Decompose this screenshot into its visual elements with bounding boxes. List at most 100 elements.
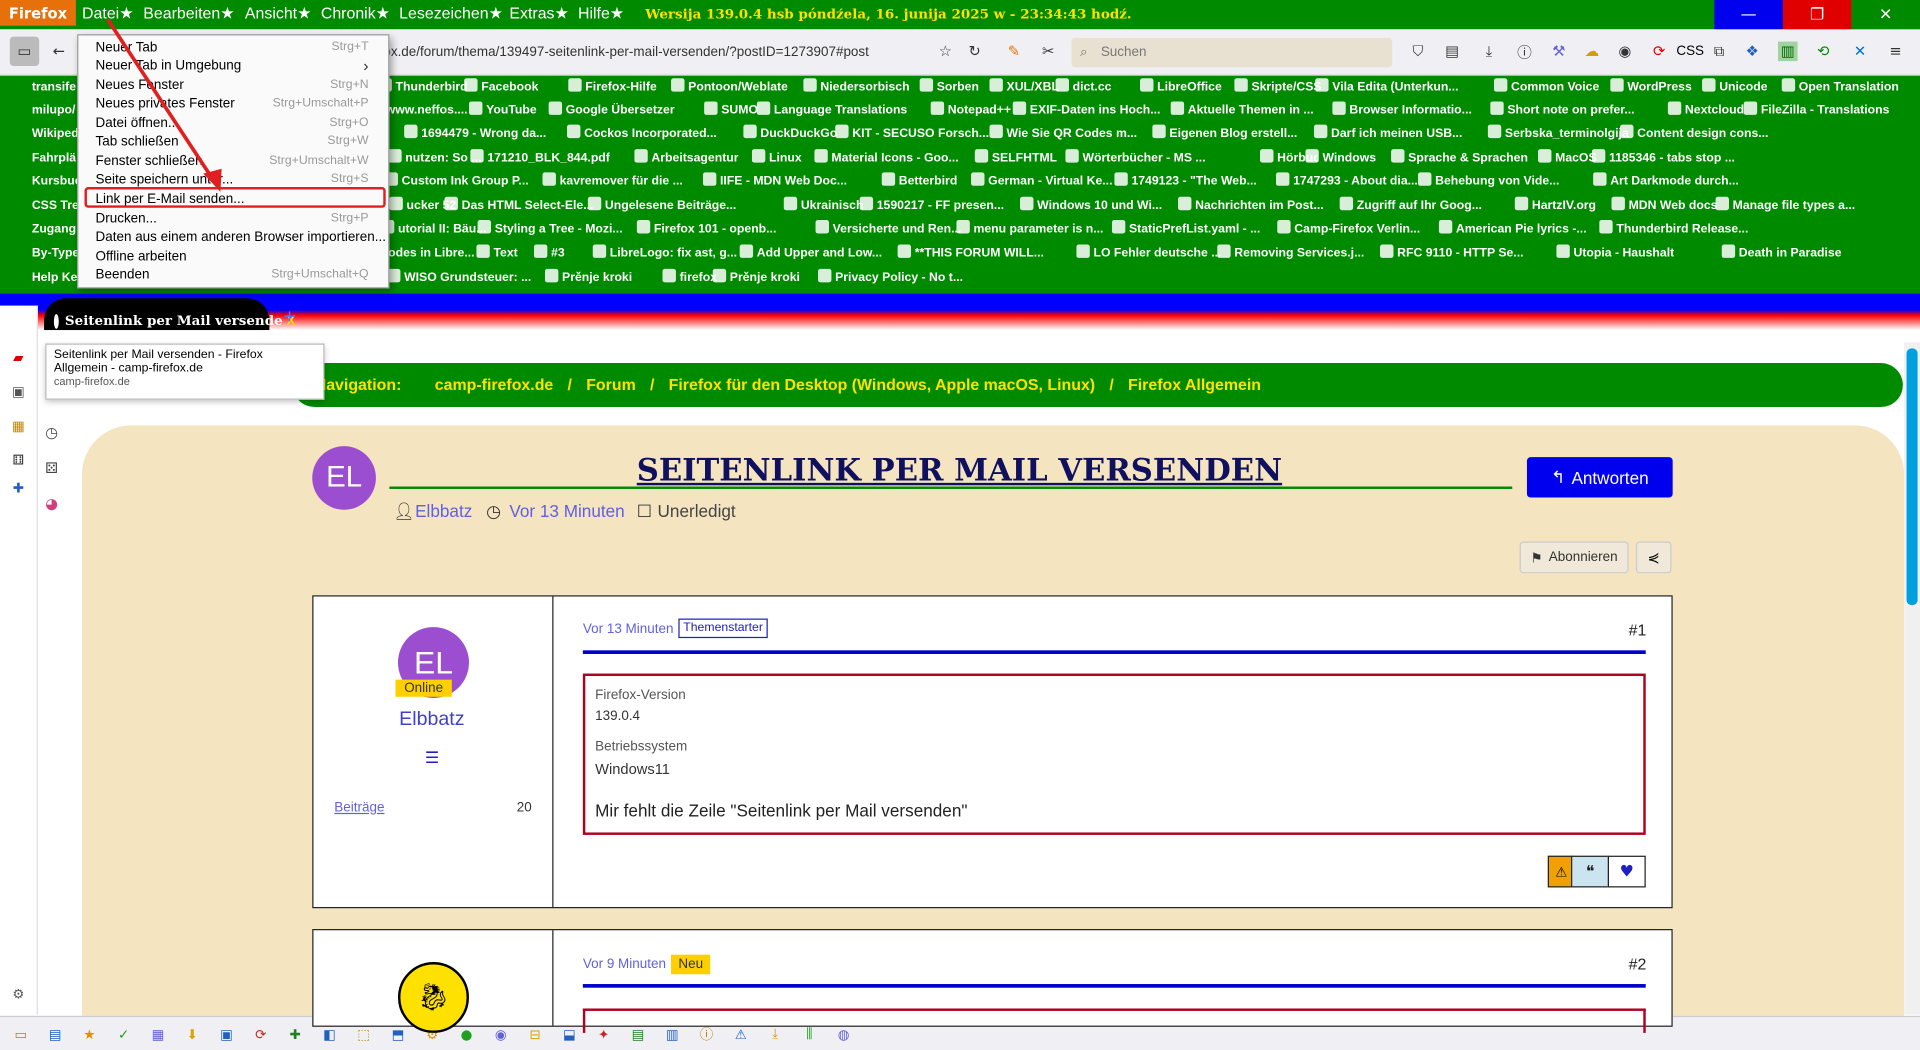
file-menu-item[interactable]: Fenster schließen Strg+Umschalt+W	[78, 152, 388, 172]
menu-datei[interactable]: Datei★	[82, 4, 133, 24]
bookmark-item[interactable]: Skripte/CSS	[1234, 77, 1322, 99]
statusbar-tool-icon[interactable]: ⬓	[561, 1026, 578, 1043]
bookmark-item[interactable]: Language Translations	[756, 100, 907, 122]
sync-icon[interactable]: ⟳	[1649, 42, 1669, 62]
settings-gear-icon[interactable]: ⚙	[10, 985, 27, 1002]
edit-icon[interactable]: ✎	[1004, 42, 1024, 62]
bookmark-item[interactable]: utorial II: Bäu...	[380, 219, 486, 241]
bookmark-item[interactable]: Ungelesene Beiträge...	[587, 196, 736, 218]
post-number[interactable]: #1	[1629, 621, 1647, 639]
reply-button[interactable]: ↰ Antworten	[1526, 457, 1673, 498]
bookmark-item[interactable]: Death in Paradise	[1721, 243, 1842, 265]
share-button[interactable]: ⋞	[1635, 541, 1672, 574]
extension-icon[interactable]: ✚	[10, 479, 27, 496]
restore-button[interactable]: ❐	[1782, 0, 1852, 30]
file-menu-item[interactable]: Drucken... Strg+P	[78, 209, 388, 229]
file-menu-item[interactable]: Daten aus einem anderen Browser importie…	[78, 227, 388, 247]
menu-lesezeichen[interactable]: Lesezeichen★	[399, 4, 503, 24]
bookmark-item[interactable]: CSS Tre	[32, 196, 79, 218]
bookmark-item[interactable]: Removing Services.j...	[1217, 243, 1364, 265]
bookmark-item[interactable]: Content design cons...	[1620, 123, 1768, 145]
bookmark-item[interactable]: Darf ich meinen USB...	[1313, 123, 1462, 145]
bookmark-item[interactable]: Serbska_terminolgija	[1487, 123, 1629, 145]
statusbar-tool-icon[interactable]: ●	[458, 1026, 475, 1043]
bookmark-item[interactable]: transife	[32, 77, 76, 99]
statusbar-tool-icon[interactable]: ⬒	[389, 1026, 406, 1043]
post-number[interactable]: #2	[1629, 955, 1647, 973]
bookmark-item[interactable]: Camp-Firefox Verlin...	[1277, 219, 1420, 241]
bookmark-item[interactable]: Aktuelle Themen in ...	[1170, 100, 1314, 122]
bookmark-item[interactable]: Versicherte und Ren...	[815, 219, 961, 241]
bookmark-item[interactable]: kavremover für die ...	[542, 171, 683, 193]
bookmark-item[interactable]: Vila Edita (Unterkun...	[1315, 77, 1459, 99]
bookmark-item[interactable]: Browser Informatio...	[1332, 100, 1472, 122]
bookmark-item[interactable]: Zugriff auf Ihr Goog...	[1339, 196, 1482, 218]
menu-extras[interactable]: Extras★	[509, 4, 568, 24]
hamburger-menu-icon[interactable]: ≡	[1886, 42, 1906, 62]
posts-count-label[interactable]: Beiträge	[334, 801, 384, 816]
statusbar-tool-icon[interactable]: ⊟	[527, 1026, 544, 1043]
bookmark-item[interactable]: Styling a Tree - Mozi...	[477, 219, 623, 241]
statusbar-tool-icon[interactable]: ◧	[321, 1026, 338, 1043]
file-menu-item[interactable]: Neues Fenster Strg+N	[78, 76, 388, 96]
bookmark-item[interactable]: #3	[533, 243, 565, 265]
notes-icon[interactable]: ▣	[10, 383, 27, 400]
bookmark-item[interactable]: Utopia - Haushalt	[1556, 243, 1674, 265]
statusbar-tool-icon[interactable]: ★	[81, 1026, 98, 1043]
account-icon[interactable]: ◉	[1615, 42, 1635, 62]
reload-icon[interactable]: ↻	[965, 42, 985, 62]
scrollbar[interactable]	[1904, 342, 1920, 1015]
post-author-link[interactable]: Elbbatz	[399, 709, 464, 731]
bookmark-item[interactable]: firefox	[662, 268, 717, 290]
bookmark-item[interactable]: 1749123 - "The Web...	[1114, 171, 1257, 193]
breadcrumb-item-home[interactable]: camp-firefox.de	[435, 375, 554, 393]
dice-icon[interactable]: ⚅	[10, 451, 27, 468]
bookmark-item[interactable]: Arbeitsagentur	[634, 148, 739, 170]
url-input[interactable]: fox.de/forum/thema/139497-seitenlink-per…	[380, 39, 907, 66]
quote-icon[interactable]: ❝	[1571, 855, 1609, 888]
statusbar-tool-icon[interactable]: ✓	[115, 1026, 132, 1043]
sidebar-toggle-icon[interactable]: ▭	[9, 36, 40, 67]
bookmark-item[interactable]: WISO Grundsteuer: ...	[386, 268, 531, 290]
bookmark-item[interactable]: Wikiped	[32, 123, 79, 145]
post-time[interactable]: Vor 13 Minuten	[583, 622, 674, 637]
bookmark-item[interactable]: FileZilla - Translations	[1743, 100, 1889, 122]
bookmark-item[interactable]: XUL/XBL	[989, 77, 1059, 99]
file-menu-item[interactable]: Neuer Tab in Umgebung ›	[78, 56, 388, 76]
thread-author-link[interactable]: Elbbatz	[415, 501, 472, 521]
bookmark-item[interactable]: Privacy Policy - No t...	[817, 268, 963, 290]
bookmark-item[interactable]: Linux	[751, 148, 802, 170]
file-menu-item[interactable]: Neues privates Fenster Strg+Umschalt+P	[78, 94, 388, 114]
bookmark-item[interactable]: Art Darkmode durch...	[1593, 171, 1739, 193]
menu-ansicht[interactable]: Ansicht★	[245, 4, 311, 24]
bookmark-item[interactable]: milupo/	[32, 100, 76, 122]
bookmark-item[interactable]: Firefox 101 - openb...	[636, 219, 776, 241]
bookmark-item[interactable]: 1747293 - About dia...	[1275, 171, 1418, 193]
statusbar-tool-icon[interactable]: ▦	[149, 1026, 166, 1043]
statusbar-tool-icon[interactable]: ▭	[12, 1026, 29, 1043]
bookmark-item[interactable]: LibreLogo: fix ast, g...	[592, 243, 737, 265]
subscribe-button[interactable]: ⚑ Abonnieren	[1519, 541, 1629, 574]
file-menu-item[interactable]: Beenden Strg+Umschalt+Q	[78, 265, 388, 285]
bookmark-item[interactable]: Wörterbücher - MS ...	[1065, 148, 1206, 170]
bookmark-item[interactable]: dict.cc	[1055, 77, 1111, 99]
thread-avatar[interactable]: EL	[312, 446, 376, 510]
file-menu-item[interactable]: Offline arbeiten	[78, 247, 388, 267]
bookmark-item[interactable]: IIFE - MDN Web Doc...	[702, 171, 847, 193]
screenshot-icon[interactable]: ✂	[1038, 42, 1058, 62]
bookmark-item[interactable]: Custom Ink Group P...	[384, 171, 529, 193]
statusbar-tool-icon[interactable]: ⬚	[355, 1026, 372, 1043]
bookmark-item[interactable]: WordPress	[1610, 77, 1692, 99]
statusbar-tool-icon[interactable]: ✚	[287, 1026, 304, 1043]
breadcrumb-item-allgemein[interactable]: Firefox Allgemein	[1128, 375, 1261, 393]
bookmark-item[interactable]: Firefox-Hilfe	[568, 77, 657, 99]
reader-icon[interactable]: ▤	[1442, 42, 1462, 62]
bookmark-item[interactable]: Add Upper and Low...	[739, 243, 882, 265]
bookmark-item[interactable]: HartzIV.org	[1514, 196, 1596, 218]
bookmark-star-icon[interactable]: ☆	[936, 42, 956, 62]
bookmark-item[interactable]: 1590217 - FF presen...	[859, 196, 1004, 218]
scrollbar-thumb[interactable]	[1906, 348, 1918, 606]
bookmark-item[interactable]: Notepad++	[930, 100, 1011, 122]
statusbar-tool-icon[interactable]: ⟳	[252, 1026, 269, 1043]
breadcrumb-item-forum[interactable]: Forum	[586, 375, 636, 393]
